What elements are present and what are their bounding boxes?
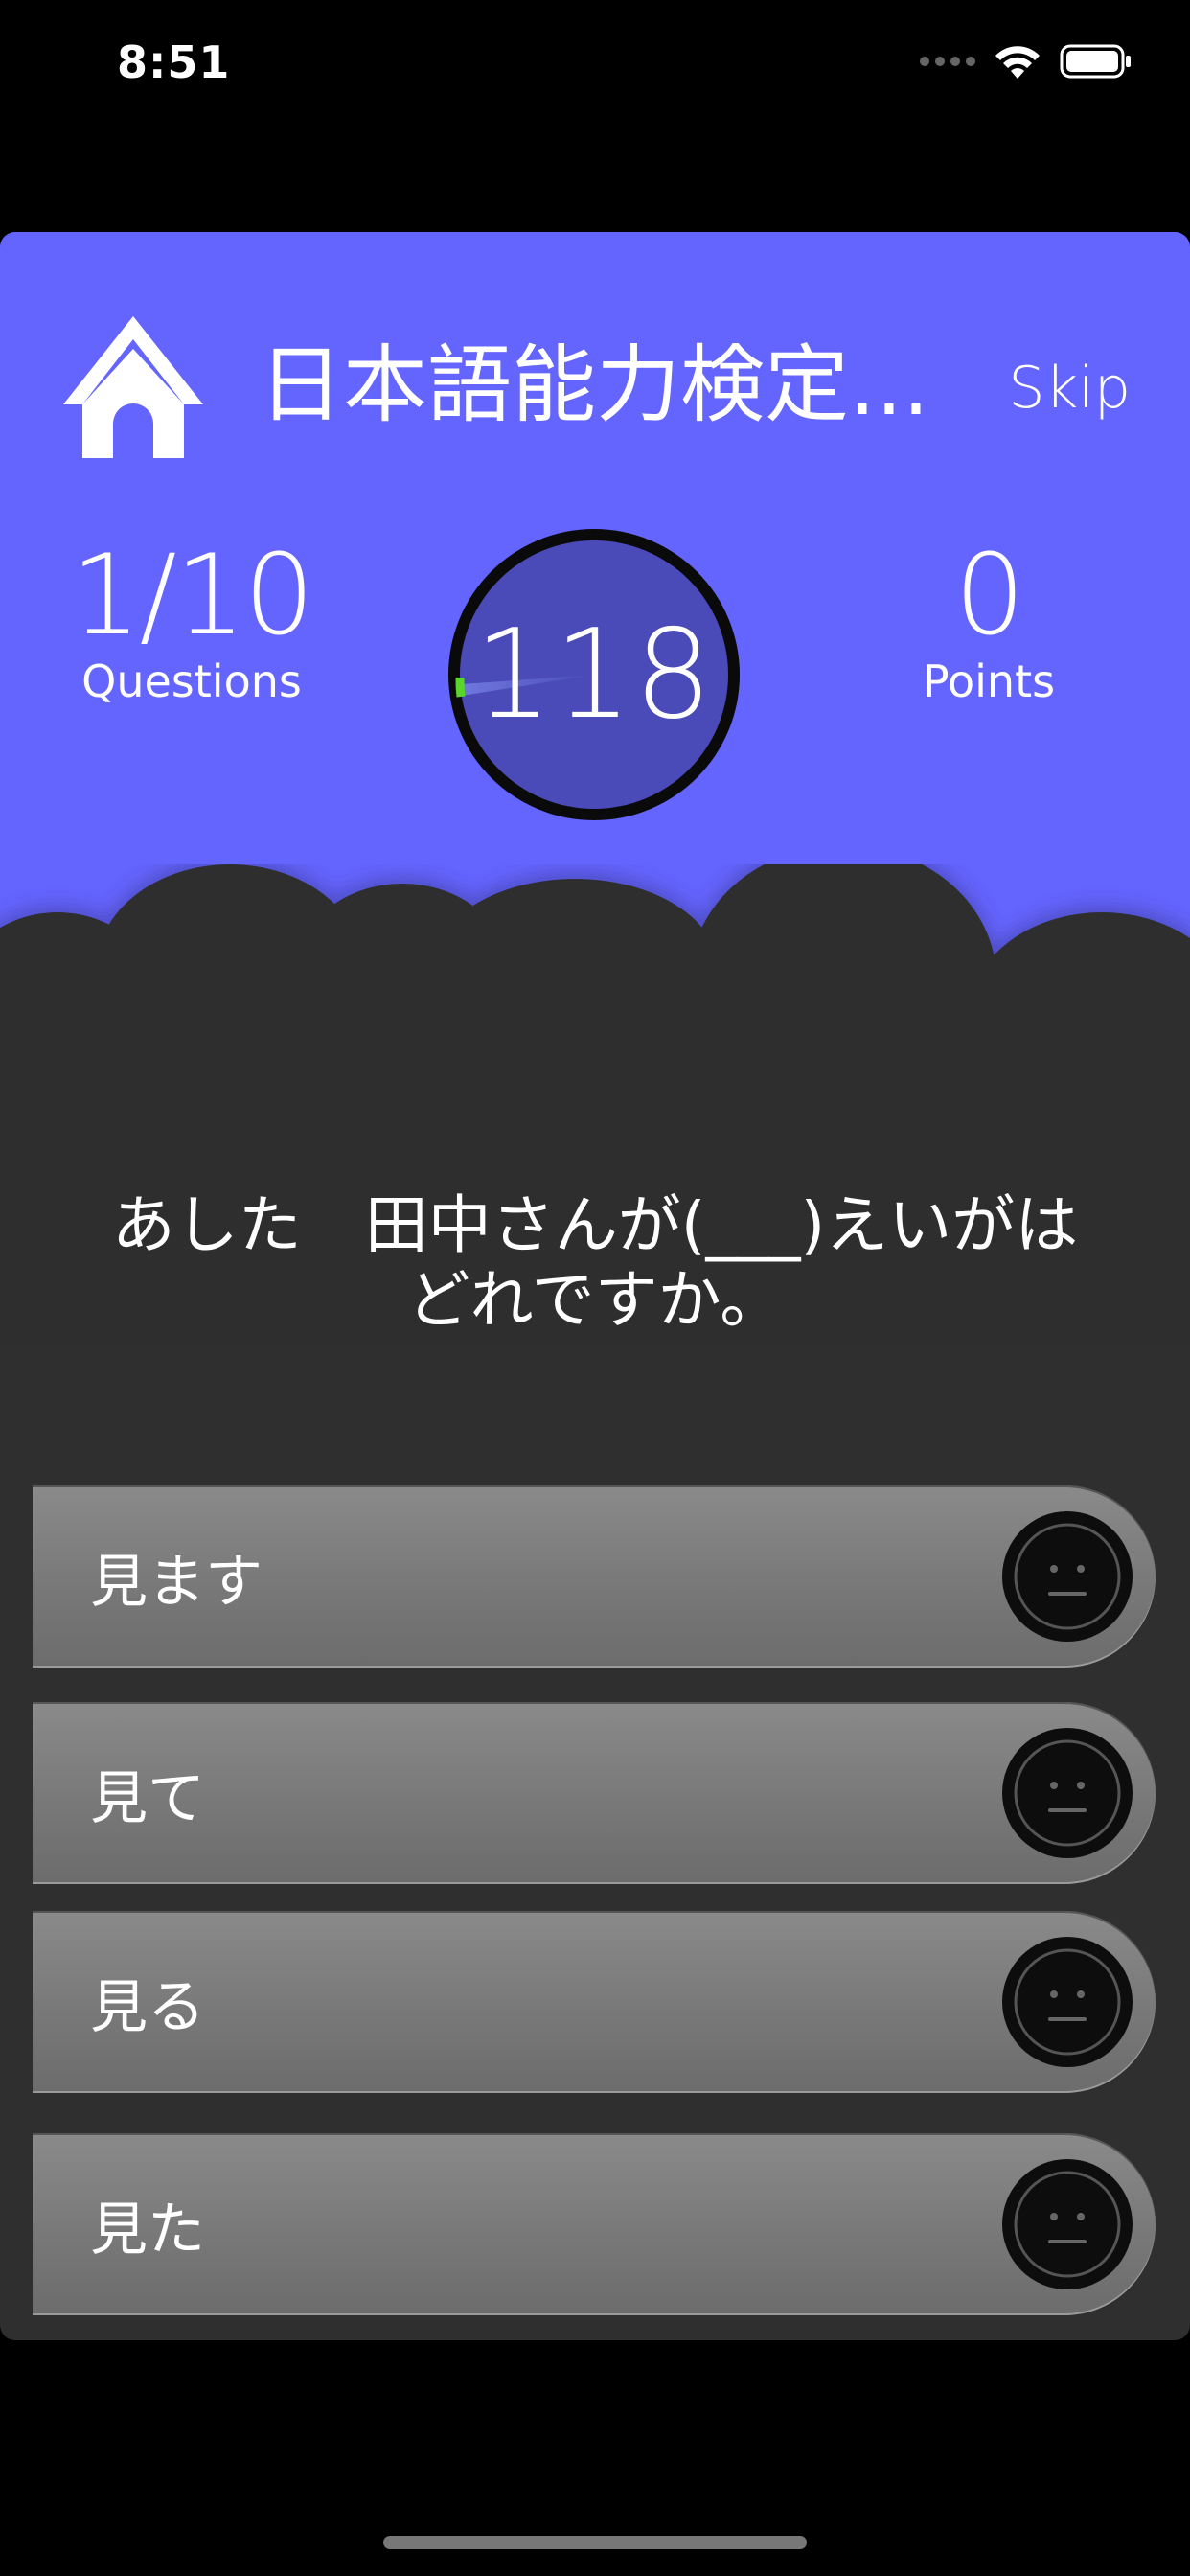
status-icons xyxy=(920,42,1133,80)
answer-label: 見ます xyxy=(90,1548,263,1616)
status-bar: 8:51 xyxy=(0,0,1190,134)
wifi-icon xyxy=(995,46,1040,79)
points-counter: 0 Points xyxy=(893,531,1085,708)
quiz-card: 日本語能力検定... Skip 1/10 Questions 118 0 Poi… xyxy=(0,232,1190,2340)
battery-icon xyxy=(1060,44,1131,79)
cellular-signal-icon xyxy=(920,57,975,66)
question-counter: 1/10 Questions xyxy=(57,531,326,708)
neutral-face-icon xyxy=(1002,1511,1133,1642)
answer-label: 見た xyxy=(90,2196,205,2264)
answer-option-1[interactable]: 見ます xyxy=(33,1485,1156,1668)
timer-value: 118 xyxy=(473,603,715,747)
countdown-timer: 118 xyxy=(441,521,747,828)
home-button[interactable] xyxy=(57,310,209,464)
skip-button[interactable]: Skip xyxy=(1008,355,1131,422)
answer-option-2[interactable]: 見て xyxy=(33,1702,1156,1884)
neutral-face-icon xyxy=(1002,2159,1133,2289)
answer-label: 見て xyxy=(90,1764,205,1832)
home-indicator[interactable] xyxy=(383,2536,807,2549)
points-label: Points xyxy=(922,656,1056,707)
question-progress: 1/10 xyxy=(70,531,315,660)
questions-label: Questions xyxy=(81,656,302,707)
question-text: あした 田中さんが(___)えいがは どれですか。 xyxy=(111,1188,1079,1337)
home-icon xyxy=(63,316,203,458)
answer-option-3[interactable]: 見る xyxy=(33,1911,1156,2093)
neutral-face-icon xyxy=(1002,1728,1133,1858)
answer-option-4[interactable]: 見た xyxy=(33,2133,1156,2315)
quiz-title: 日本語能力検定... xyxy=(259,339,929,432)
points-value: 0 xyxy=(954,531,1025,660)
status-time: 8:51 xyxy=(117,36,231,88)
answer-label: 見る xyxy=(90,1973,205,2041)
neutral-face-icon xyxy=(1002,1937,1133,2067)
